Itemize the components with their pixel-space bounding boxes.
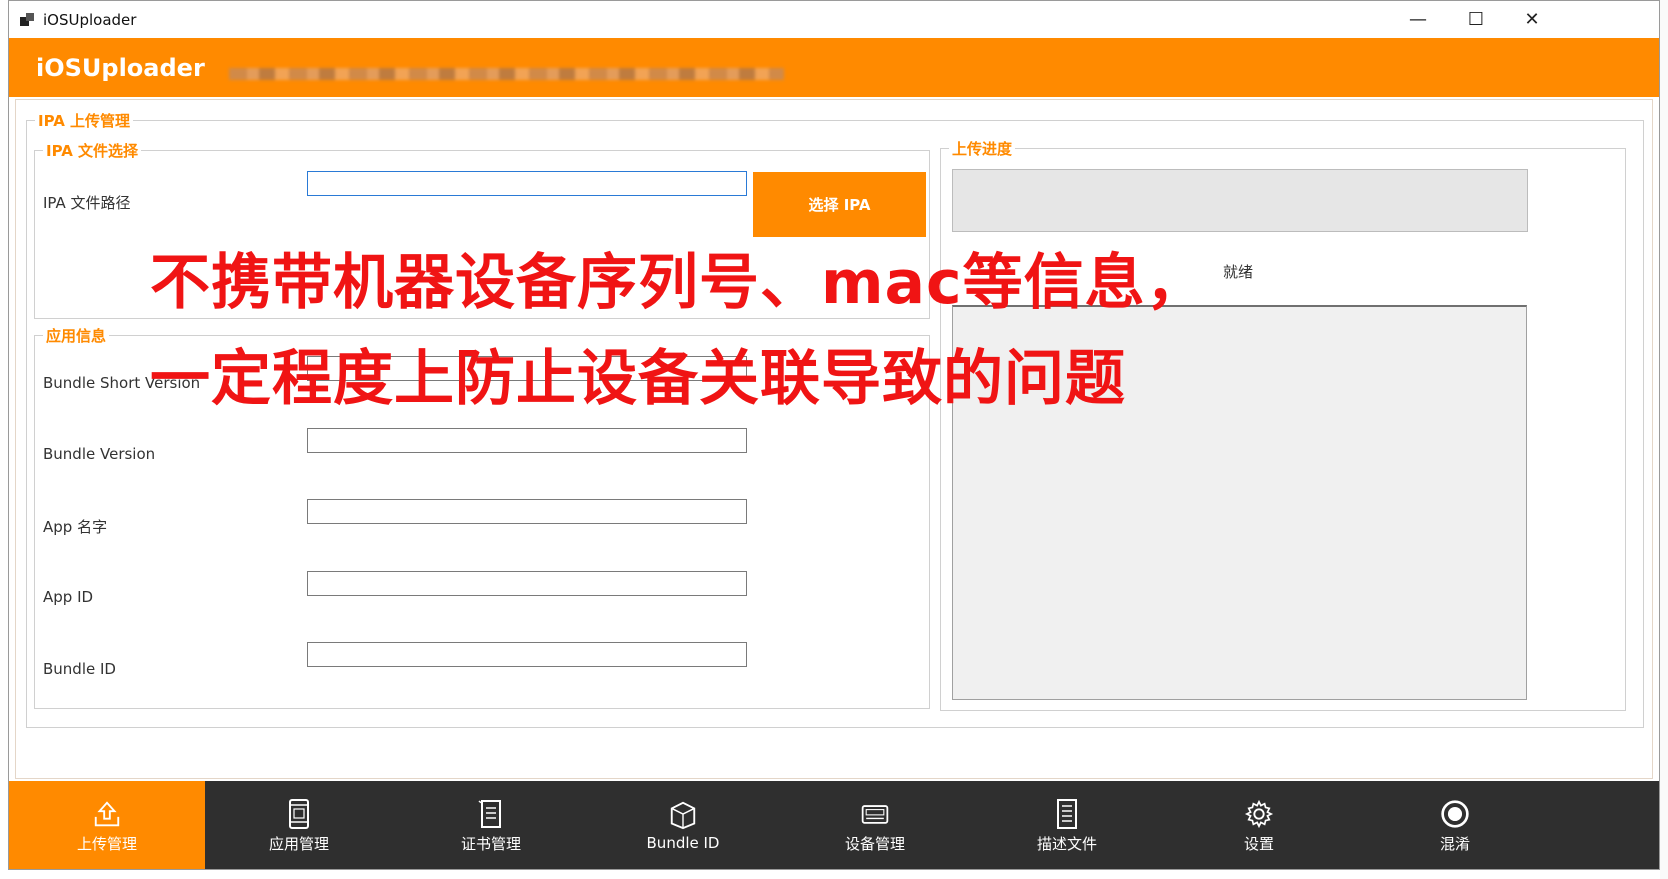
app-info-legend: 应用信息 — [43, 325, 110, 346]
ipa-path-label: IPA 文件路径 — [43, 194, 131, 212]
nav-label: 证书管理 — [460, 834, 521, 853]
upload-progress-legend: 上传进度 — [949, 138, 1016, 159]
bundle-version-input[interactable] — [307, 428, 747, 453]
box-icon — [668, 798, 698, 832]
nav-label: 设备管理 — [844, 834, 905, 853]
minimize-button[interactable]: — — [1389, 1, 1447, 38]
nav-label: 上传管理 — [76, 834, 137, 853]
minimize-icon: — — [1409, 9, 1427, 30]
phone-icon — [284, 797, 314, 831]
gear-icon — [1244, 797, 1274, 831]
redacted-text — [229, 68, 784, 80]
document-icon — [1052, 797, 1082, 831]
app-id-label: App ID — [43, 588, 94, 606]
nav-label: 混淆 — [1439, 834, 1470, 853]
app-header: iOSUploader — [9, 38, 1659, 97]
circle-icon — [1440, 797, 1470, 831]
close-icon: ✕ — [1524, 9, 1540, 30]
upload-progress-bar — [952, 169, 1528, 232]
app-name-input[interactable] — [307, 499, 747, 524]
background-window-edge — [1660, 0, 1668, 879]
nav-label: Bundle ID — [646, 834, 720, 852]
nav-bundle-id[interactable]: Bundle ID — [585, 781, 781, 869]
bundle-id-label: Bundle ID — [43, 660, 116, 678]
app-name-label: App 名字 — [43, 518, 108, 536]
nav-label: 描述文件 — [1036, 834, 1097, 853]
nav-label: 应用管理 — [268, 834, 329, 853]
main-content: IPA 上传管理 IPA 文件选择 IPA 文件路径 选择 IPA 应用信息 B… — [15, 99, 1653, 779]
upload-progress-group: 上传进度 就绪 — [940, 138, 1626, 711]
window-title: iOSUploader — [43, 10, 137, 29]
bottom-nav: 上传管理 应用管理 证书管理 Bundle ID 设备管理 描述文件 设置 混淆 — [9, 781, 1659, 869]
certificate-icon — [476, 797, 506, 831]
nav-obfuscate[interactable]: 混淆 — [1357, 781, 1553, 869]
overlay-annotation-line1: 不携带机器设备序列号、mac等信息， — [150, 248, 1207, 318]
overlay-annotation-line2: 一定程度上防止设备关联导致的问题 — [150, 344, 1126, 414]
device-icon — [860, 797, 890, 831]
nav-device-manage[interactable]: 设备管理 — [777, 781, 973, 869]
nav-label: 设置 — [1243, 834, 1274, 853]
ipa-manage-legend: IPA 上传管理 — [35, 110, 134, 131]
upload-icon — [92, 797, 122, 831]
nav-profile-files[interactable]: 描述文件 — [969, 781, 1165, 869]
brand-title: iOSUploader — [36, 54, 205, 82]
nav-upload-manage[interactable]: 上传管理 — [9, 781, 205, 869]
app-icon — [20, 12, 36, 28]
ipa-path-input[interactable] — [307, 171, 747, 196]
nav-app-manage[interactable]: 应用管理 — [201, 781, 397, 869]
app-window: iOSUploader — ☐ ✕ iOSUploader IPA 上传管理 I… — [8, 0, 1660, 870]
maximize-button[interactable]: ☐ — [1447, 1, 1505, 38]
select-ipa-button[interactable]: 选择 IPA — [753, 172, 926, 237]
nav-settings[interactable]: 设置 — [1161, 781, 1357, 869]
upload-status-text: 就绪 — [1223, 263, 1254, 281]
bundle-id-input[interactable] — [307, 642, 747, 667]
close-button[interactable]: ✕ — [1503, 1, 1561, 38]
ipa-manage-group: IPA 上传管理 IPA 文件选择 IPA 文件路径 选择 IPA 应用信息 B… — [26, 110, 1644, 728]
maximize-icon: ☐ — [1467, 9, 1485, 30]
file-select-legend: IPA 文件选择 — [43, 140, 142, 161]
app-id-input[interactable] — [307, 571, 747, 596]
nav-certificate-manage[interactable]: 证书管理 — [393, 781, 589, 869]
title-bar: iOSUploader — ☐ ✕ — [9, 1, 1659, 38]
bundle-version-label: Bundle Version — [43, 445, 156, 463]
